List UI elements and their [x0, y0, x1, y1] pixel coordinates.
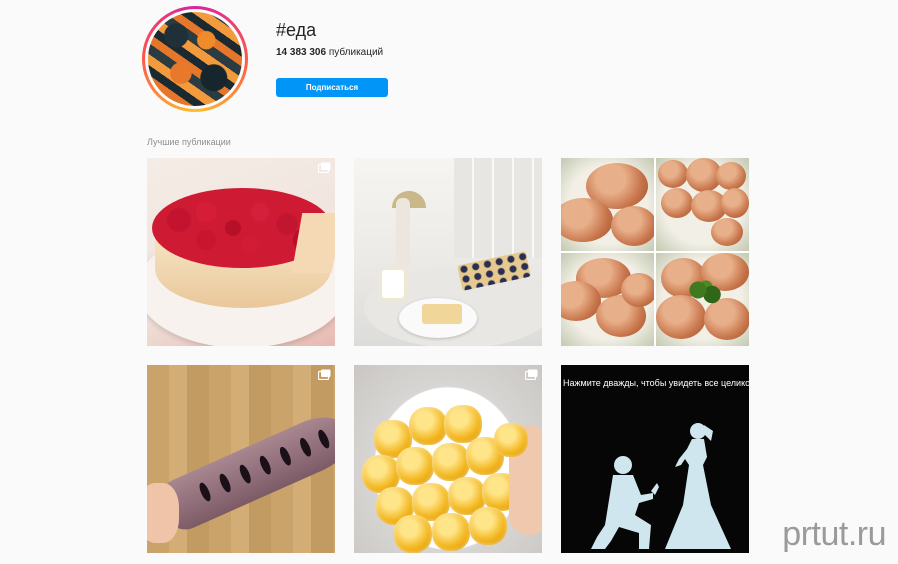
cutlet	[611, 206, 654, 246]
hand	[147, 483, 179, 543]
window	[454, 158, 542, 258]
post-tile-3[interactable]	[561, 158, 749, 346]
multi-photo-icon	[318, 162, 331, 173]
cutlet	[716, 162, 746, 190]
post-tile-1[interactable]	[147, 158, 335, 346]
avatar-image	[148, 12, 242, 106]
fish-cut	[316, 428, 332, 450]
fish-cut	[277, 445, 294, 467]
fish-cut	[257, 454, 274, 476]
top-posts-label: Лучшие публикации	[147, 137, 231, 147]
cutlet	[621, 273, 654, 307]
posts-grid: Нажмите дважды, чтобы увидеть все целико…	[147, 158, 749, 553]
cutlet	[658, 160, 688, 188]
jelly-candy	[432, 513, 470, 551]
cutlet	[661, 188, 693, 218]
jelly-candy	[394, 515, 432, 553]
collage-quadrant	[561, 253, 654, 346]
collage-quadrant	[656, 253, 749, 346]
post-tile-2[interactable]	[354, 158, 542, 346]
post-count-number: 14 383 306	[276, 47, 327, 58]
stuffed-fish	[155, 406, 335, 536]
multi-photo-icon	[525, 369, 538, 380]
jelly-candy	[396, 447, 434, 485]
fish-cut	[297, 436, 314, 458]
post-count-suffix: публикаций	[326, 47, 384, 58]
vase	[396, 198, 410, 268]
jelly-candy	[432, 443, 470, 481]
watermark: prtut.ru	[782, 515, 886, 553]
fish-cut	[237, 463, 253, 485]
fish-cut	[197, 481, 213, 503]
jelly-candy	[494, 423, 528, 457]
hashtag-title: #еда	[276, 20, 317, 40]
cutlet	[721, 188, 749, 218]
post-tile-6[interactable]: Нажмите дважды, чтобы увидеть все целико…	[561, 365, 749, 553]
cutlet	[711, 218, 743, 246]
post-count: 14 383 306 публикаций	[276, 47, 383, 58]
cutlet	[561, 198, 613, 242]
candle	[382, 270, 404, 298]
fish-cut	[217, 472, 233, 494]
post-tile-5[interactable]	[354, 365, 542, 553]
jelly-candy	[409, 407, 447, 445]
collage-quadrant	[656, 158, 749, 251]
collage-quadrant	[561, 158, 654, 251]
post-tile-4[interactable]	[147, 365, 335, 553]
multi-photo-icon	[318, 369, 331, 380]
pastry-slice	[422, 304, 462, 324]
avatar-gap	[145, 9, 245, 109]
follow-button[interactable]: Подписаться	[276, 78, 388, 97]
hashtag-avatar	[142, 6, 248, 112]
proposal-silhouette	[591, 423, 731, 549]
jelly-candy	[469, 507, 507, 545]
parsley	[686, 278, 726, 308]
